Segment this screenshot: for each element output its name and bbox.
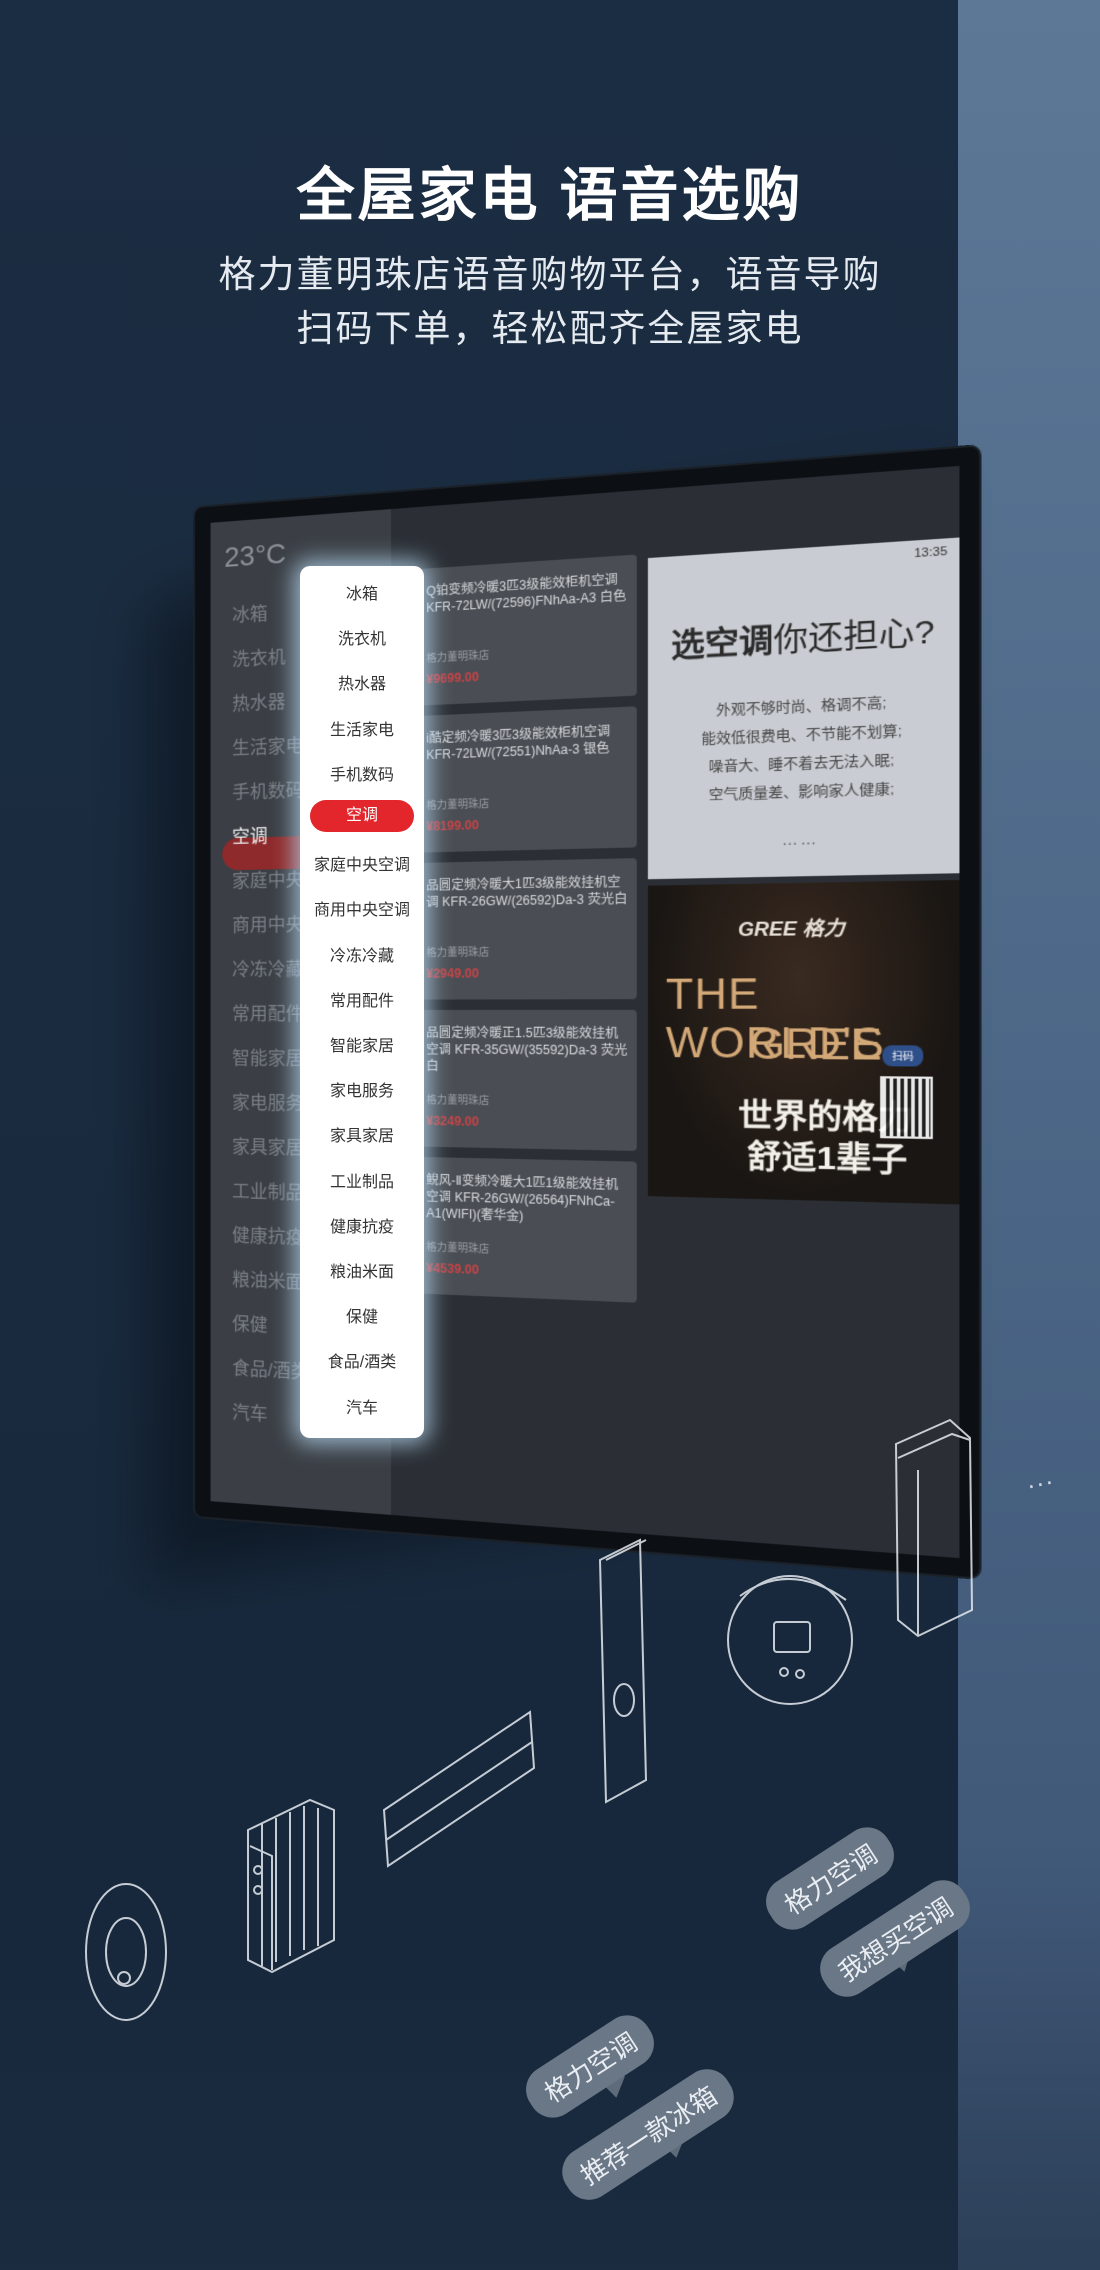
air-purifier-icon [894,1418,974,1638]
oil-radiator-icon [247,1798,335,1974]
wall-air-conditioner-icon [382,1710,536,1868]
tower-air-conditioner-icon [598,1538,648,1804]
heater-fan-icon [85,1883,167,2021]
rice-cooker-icon [727,1575,853,1705]
